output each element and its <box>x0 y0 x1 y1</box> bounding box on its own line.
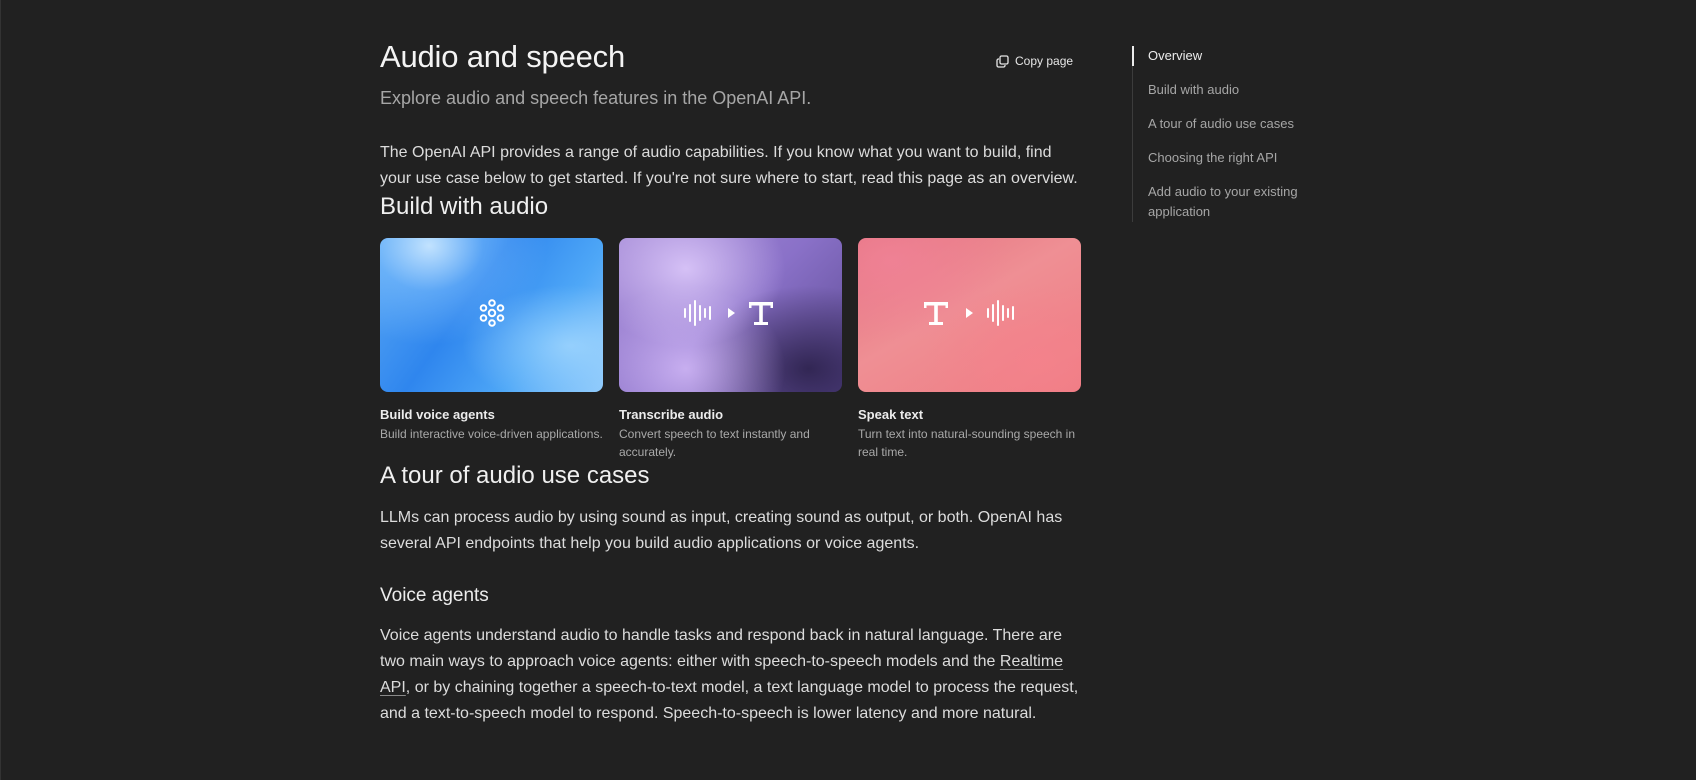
copy-icon <box>996 54 1009 68</box>
toc-item-tour-of-audio-use-cases[interactable]: A tour of audio use cases <box>1133 114 1333 134</box>
card-title: Speak text <box>858 407 924 422</box>
card-description: Convert speech to text instantly and acc… <box>619 427 810 459</box>
card-speak-text[interactable]: Speak text Turn text into natural-soundi… <box>858 238 1081 461</box>
build-with-audio-heading: Build with audio <box>380 193 549 220</box>
card-image <box>619 238 842 392</box>
use-case-cards: Build voice agents Build interactive voi… <box>380 238 1081 461</box>
toc-item-choosing-the-right-api[interactable]: Choosing the right API <box>1133 148 1333 168</box>
copy-page-button[interactable]: Copy page <box>990 52 1079 70</box>
page-subtitle: Explore audio and speech features in the… <box>380 88 812 108</box>
card-build-voice-agents[interactable]: Build voice agents Build interactive voi… <box>380 238 603 461</box>
card-transcribe-audio[interactable]: Transcribe audio Convert speech to text … <box>619 238 842 461</box>
card-title: Build voice agents <box>380 407 495 422</box>
voice-agents-paragraph: Voice agents understand audio to handle … <box>380 623 1080 727</box>
text-to-speech-icon <box>922 297 1018 334</box>
table-of-contents: Overview Build with audio A tour of audi… <box>1132 46 1333 222</box>
page-title: Audio and speech <box>380 39 625 74</box>
toc-item-overview[interactable]: Overview <box>1132 46 1333 66</box>
toc-item-add-audio-to-existing-application[interactable]: Add audio to your existing application <box>1133 182 1333 222</box>
intro-paragraph: The OpenAI API provides a range of audio… <box>380 144 1078 187</box>
card-image <box>380 238 603 392</box>
voice-agents-text-start: Voice agents understand audio to handle … <box>380 627 1062 670</box>
card-description: Turn text into natural-sounding speech i… <box>858 427 1076 459</box>
tour-heading: A tour of audio use cases <box>380 462 650 489</box>
window-edge <box>0 0 1 780</box>
page: Audio and speech Explore audio and speec… <box>0 0 1696 780</box>
tour-paragraph: LLMs can process audio by using sound as… <box>380 509 1063 552</box>
voice-agent-icon <box>477 298 507 333</box>
copy-page-label: Copy page <box>1015 54 1074 68</box>
toc-item-build-with-audio[interactable]: Build with audio <box>1133 80 1333 100</box>
card-description: Build interactive voice-driven applicati… <box>380 427 603 441</box>
voice-agents-text-end: , or by chaining together a speech-to-te… <box>380 679 1079 722</box>
card-title: Transcribe audio <box>619 407 724 422</box>
voice-agents-heading: Voice agents <box>380 585 489 606</box>
main-content: Audio and speech Explore audio and speec… <box>380 38 1081 727</box>
card-image <box>858 238 1081 392</box>
speech-to-text-icon <box>683 297 779 334</box>
